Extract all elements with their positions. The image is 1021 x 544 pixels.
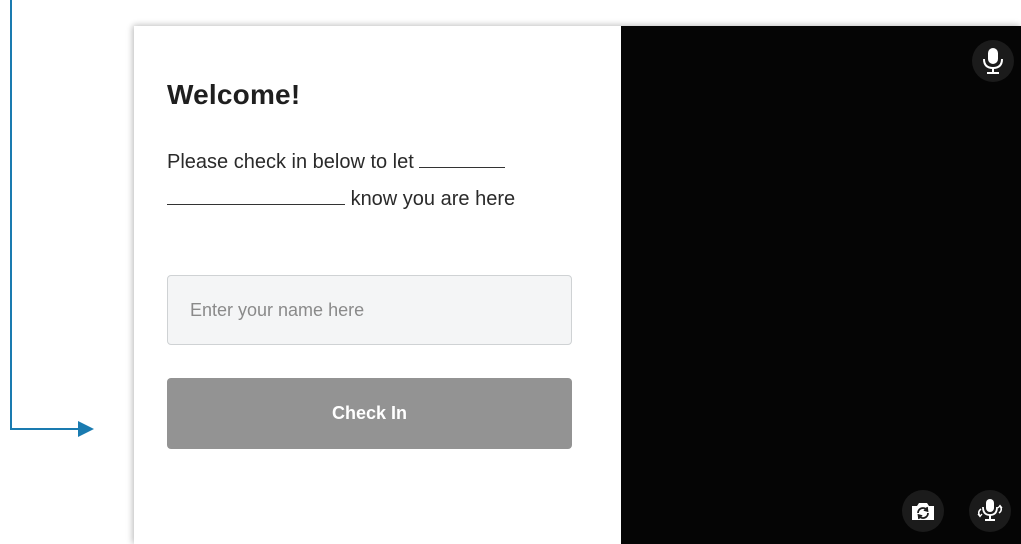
- name-input[interactable]: [167, 275, 572, 345]
- flip-camera-button[interactable]: [902, 490, 944, 532]
- camera-preview: [621, 26, 1021, 544]
- camera-flip-icon: [912, 503, 934, 520]
- welcome-message-text-end: know you are here: [350, 188, 516, 210]
- switch-microphone-button[interactable]: [969, 490, 1011, 532]
- page-title: Welcome!: [167, 79, 301, 110]
- host-name-blank: [419, 151, 506, 168]
- welcome-message-text: Please check in below to let: [167, 151, 414, 173]
- callout-arrow-line-horizontal: [10, 428, 80, 430]
- microphone-switch-icon: [977, 499, 1003, 521]
- callout-arrow-head-icon: [78, 421, 94, 437]
- host-name-blank-continued: [167, 188, 345, 205]
- microphone-button[interactable]: [972, 40, 1014, 82]
- check-in-panel: Welcome! Please check in below to let kn…: [134, 26, 621, 544]
- check-in-card: Welcome! Please check in below to let kn…: [134, 26, 1021, 544]
- welcome-message: Please check in below to let know you ar…: [167, 144, 587, 218]
- microphone-icon: [983, 48, 1003, 74]
- callout-arrow-line: [10, 0, 12, 430]
- check-in-button[interactable]: Check In: [167, 378, 572, 449]
